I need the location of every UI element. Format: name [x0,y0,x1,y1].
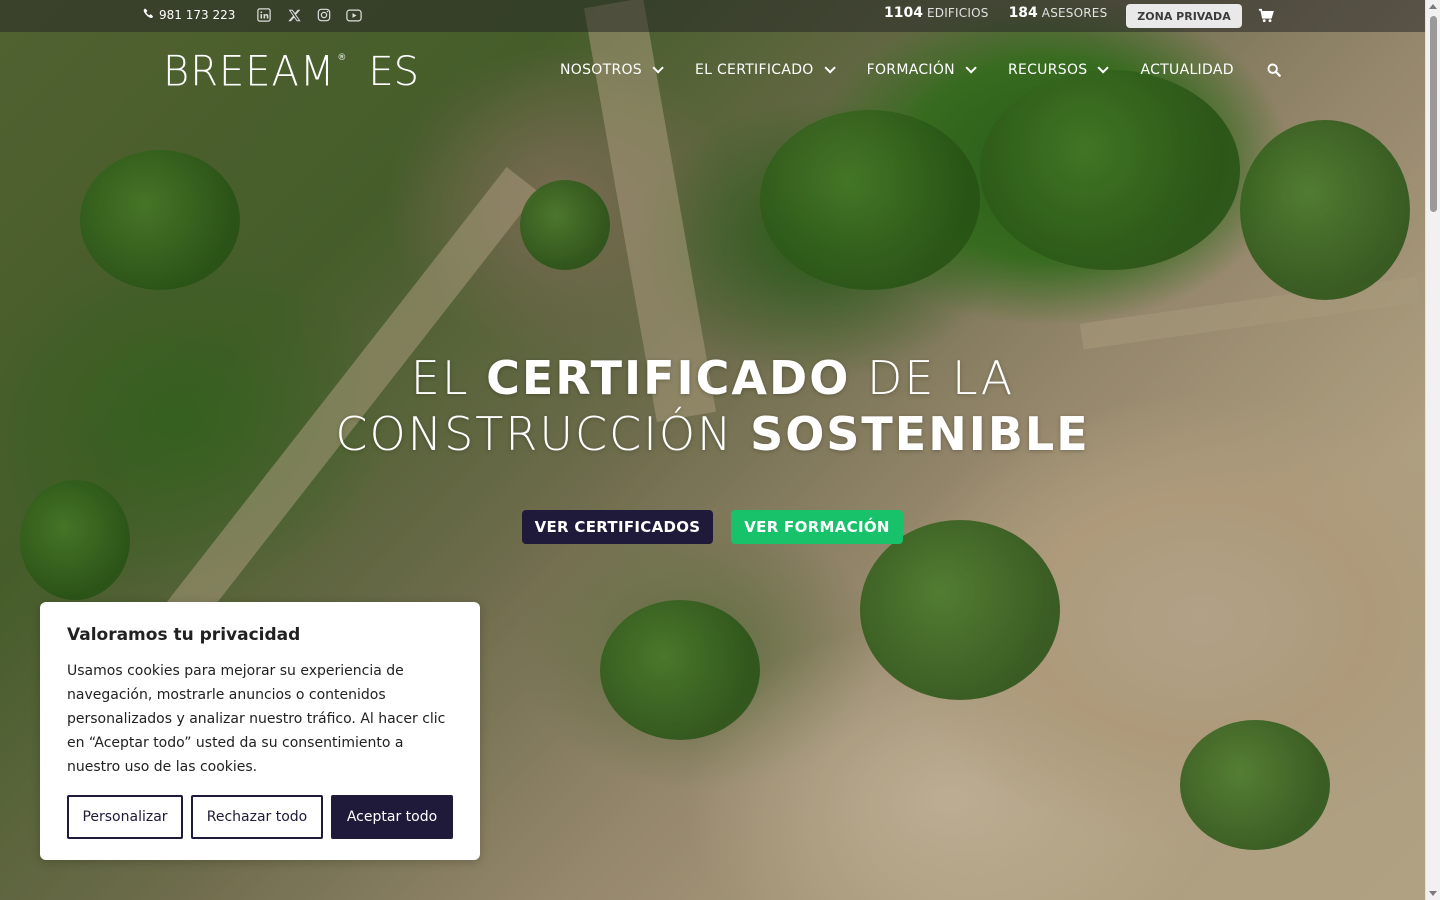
scroll-down-arrow-icon[interactable] [1429,891,1437,896]
chevron-down-icon [1097,62,1110,74]
cookie-actions: Personalizar Rechazar todo Aceptar todo [67,795,453,839]
chevron-down-icon [965,62,977,74]
phone-icon [143,8,154,22]
logo-text: BREEAM [163,47,336,97]
stat-buildings-value: 1104 [884,5,923,21]
social-links [256,7,362,23]
stat-advisors-label: ASESORES [1041,6,1108,20]
nav-item-label: NOSOTROS [560,62,642,78]
youtube-icon[interactable] [346,7,362,23]
cookie-title: Valoramos tu privacidad [67,625,301,645]
site-logo[interactable]: BREEAM ® ES [163,47,420,97]
chevron-down-icon [824,62,836,74]
stat-buildings: 1104 EDIFICIOS [884,5,989,21]
phone-link[interactable]: 981 173 223 [143,8,235,22]
cookie-consent-dialog: Valoramos tu privacidad Usamos cookies p… [40,602,480,860]
nav-item-nosotros[interactable]: NOSOTROS [560,62,664,78]
customize-cookies-button[interactable]: Personalizar [67,795,183,839]
chevron-down-icon [652,62,664,74]
search-icon[interactable] [1267,63,1281,81]
x-icon[interactable] [286,7,302,23]
nav-item-label: FORMACIÓN [866,62,955,78]
private-zone-button[interactable]: ZONA PRIVADA [1126,4,1242,28]
accept-all-button[interactable]: Aceptar todo [331,795,453,839]
reject-all-button[interactable]: Rechazar todo [191,795,323,839]
nav-item-label: ACTUALIDAD [1140,62,1234,78]
scrollbar-thumb[interactable] [1430,16,1437,212]
nav-item-formacion[interactable]: FORMACIÓN [866,62,977,78]
hero-headline: EL CERTIFICADO DE LA CONSTRUCCIÓN SOSTEN… [0,350,1425,462]
view-training-button[interactable]: VER FORMACIÓN [731,510,903,544]
hero-headline-part: DE LA [850,351,1015,405]
cookie-description: Usamos cookies para mejorar su experienc… [67,663,446,775]
nav-item-label: RECURSOS [1007,62,1088,78]
phone-number: 981 173 223 [159,8,236,22]
top-utility-bar: 981 173 223 1104 EDIFICIOS 184 ASESORES ZO… [0,0,1425,32]
hero-headline-part: EL [410,351,487,405]
instagram-icon[interactable] [316,7,332,23]
hero-headline-emphasis: CERTIFICADO [486,351,851,405]
nav-item-label: EL CERTIFICADO [694,62,814,78]
logo-suffix: ES [368,49,420,95]
nav-item-el-certificado[interactable]: EL CERTIFICADO [694,62,836,78]
nav-item-recursos[interactable]: RECURSOS [1007,62,1110,78]
hero-headline-emphasis: SOSTENIBLE [750,407,1090,461]
logo-registered-mark: ® [337,53,347,63]
cart-icon[interactable] [1258,8,1274,26]
main-navigation: NOSOTROS EL CERTIFICADO FORMACIÓN RECURS… [560,62,1281,78]
view-certificates-button[interactable]: VER CERTIFICADOS [522,510,713,544]
stat-buildings-label: EDIFICIOS [926,6,989,20]
scroll-up-arrow-icon[interactable] [1429,4,1437,9]
site-stats: 1104 EDIFICIOS 184 ASESORES [884,5,1107,21]
stat-advisors-value: 184 [1008,5,1038,21]
page-scrollbar[interactable] [1425,0,1440,900]
stat-advisors: 184 ASESORES [1009,5,1108,21]
linkedin-icon[interactable] [256,7,272,23]
hero-headline-part: CONSTRUCCIÓN [335,407,751,461]
nav-item-actualidad[interactable]: ACTUALIDAD [1140,62,1233,78]
